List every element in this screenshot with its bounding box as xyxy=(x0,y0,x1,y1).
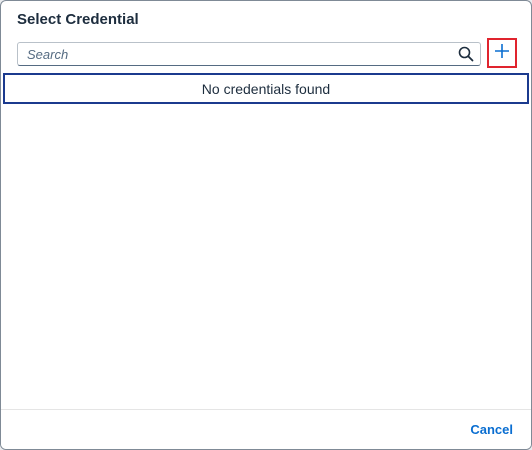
add-credential-button[interactable] xyxy=(487,38,517,68)
select-credential-dialog: Select Credential No credentials found xyxy=(0,0,532,450)
plus-icon xyxy=(494,43,510,64)
search-icon[interactable] xyxy=(458,46,474,62)
search-input[interactable] xyxy=(18,43,448,65)
dialog-footer: Cancel xyxy=(1,409,531,449)
search-field[interactable] xyxy=(17,42,481,66)
credential-list: No credentials found xyxy=(1,73,531,409)
dialog-title: Select Credential xyxy=(17,11,139,28)
cancel-button[interactable]: Cancel xyxy=(470,422,513,437)
dialog-toolbar xyxy=(17,38,522,68)
no-data-message: No credentials found xyxy=(3,73,529,104)
